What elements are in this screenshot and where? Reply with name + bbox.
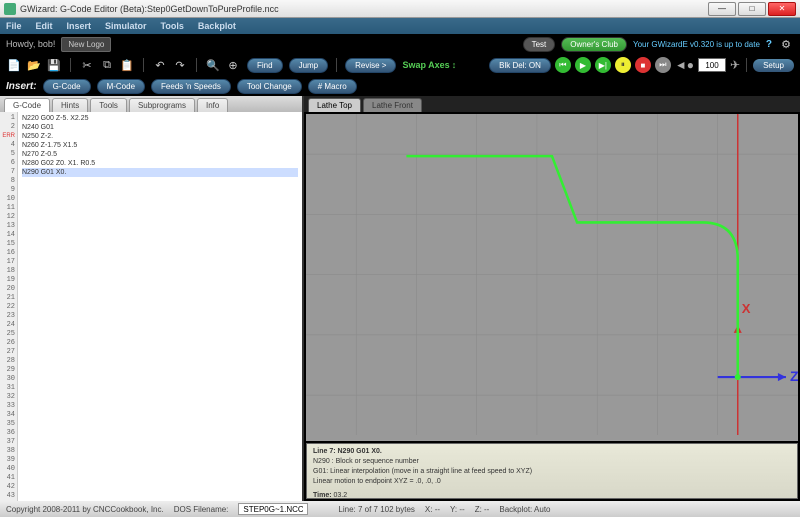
info-motion: Linear motion to endpoint XYZ = .0, .0, … bbox=[313, 477, 791, 487]
close-button[interactable]: ✕ bbox=[768, 2, 796, 16]
tab-info[interactable]: Info bbox=[197, 98, 228, 112]
code-line: N240 G01 bbox=[22, 123, 298, 132]
menu-backplot[interactable]: Backplot bbox=[198, 21, 236, 31]
app-icon bbox=[4, 3, 16, 15]
view-tabs: Lathe Top Lathe Front bbox=[304, 96, 800, 112]
right-panel: Lathe Top Lathe Front Z X bbox=[302, 96, 800, 501]
help-button[interactable]: ? bbox=[766, 39, 772, 50]
minimize-button[interactable]: — bbox=[708, 2, 736, 16]
maximize-button[interactable]: □ bbox=[738, 2, 766, 16]
time-value: 03.2 bbox=[334, 492, 348, 499]
plane-icon: ✈ bbox=[730, 58, 740, 72]
backplot-status: Backplot: Auto bbox=[499, 505, 550, 514]
insert-feeds-button[interactable]: Feeds 'n Speeds bbox=[151, 79, 231, 94]
window-controls: — □ ✕ bbox=[708, 2, 796, 16]
info-gcode: G01: Linear interpolation (move in a str… bbox=[313, 467, 791, 477]
code-line-selected: N290 G01 X0. bbox=[22, 168, 298, 177]
insert-mcode-button[interactable]: M-Code bbox=[97, 79, 145, 94]
menu-simulator[interactable]: Simulator bbox=[105, 21, 147, 31]
z-status: Z: -- bbox=[475, 505, 490, 514]
info-panel: Line 7: N290 G01 X0. N290 : Block or seq… bbox=[306, 443, 798, 499]
stop-button[interactable]: ■ bbox=[635, 57, 651, 73]
settings-icon[interactable]: ⚙ bbox=[778, 36, 794, 52]
speed-input[interactable] bbox=[698, 58, 726, 72]
code-editor[interactable]: 12ERR45678910111213141516171819202122232… bbox=[0, 112, 302, 501]
step-button[interactable]: ▶| bbox=[595, 57, 611, 73]
tab-tools[interactable]: Tools bbox=[90, 98, 127, 112]
left-tabs: G-Code Hints Tools Subprograms Info bbox=[0, 96, 302, 112]
setup-button[interactable]: Setup bbox=[753, 59, 794, 72]
statusbar: Copyright 2008-2011 by CNCCookbook, Inc.… bbox=[0, 501, 800, 517]
insert-gcode-button[interactable]: G-Code bbox=[43, 79, 91, 94]
tab-lathe-top[interactable]: Lathe Top bbox=[308, 98, 361, 112]
line-gutter: 12ERR45678910111213141516171819202122232… bbox=[0, 112, 18, 501]
code-line: N270 Z-0.5 bbox=[22, 150, 298, 159]
line-status: Line: 7 of 7 102 bytes bbox=[338, 505, 415, 514]
info-line-header: Line 7: N290 G01 X0. bbox=[313, 448, 382, 455]
undo-icon[interactable]: ↶ bbox=[152, 57, 168, 73]
code-line: N250 Z-2. bbox=[22, 132, 298, 141]
code-line: N220 G00 Z-5. X2.25 bbox=[22, 114, 298, 123]
open-icon[interactable]: 📂 bbox=[26, 57, 42, 73]
code-line: N260 Z-1.75 X1.5 bbox=[22, 141, 298, 150]
insert-toolchange-button[interactable]: Tool Change bbox=[237, 79, 302, 94]
titlebar: GWizard: G-Code Editor (Beta):Step0GetDo… bbox=[0, 0, 800, 18]
forward-button[interactable]: ⏭ bbox=[655, 57, 671, 73]
copyright: Copyright 2008-2011 by CNCCookbook, Inc. bbox=[6, 505, 164, 514]
find-button[interactable]: Find bbox=[247, 58, 283, 73]
x-status: X: -- bbox=[425, 505, 440, 514]
zoom-icon[interactable]: 🔍 bbox=[205, 57, 221, 73]
owners-club-button[interactable]: Owner's Club bbox=[561, 37, 627, 52]
revise-button[interactable]: Revise > bbox=[345, 58, 396, 73]
new-icon[interactable]: 📄 bbox=[6, 57, 22, 73]
main-area: G-Code Hints Tools Subprograms Info 12ER… bbox=[0, 96, 800, 501]
backplot-canvas[interactable]: Z X bbox=[306, 114, 798, 441]
time-label: Time: bbox=[313, 492, 332, 499]
info-block: N290 : Block or sequence number bbox=[313, 457, 791, 467]
pause-button[interactable]: ⏸ bbox=[615, 57, 631, 73]
rewind-button[interactable]: ⏮ bbox=[555, 57, 571, 73]
jump-button[interactable]: Jump bbox=[289, 58, 329, 73]
menu-file[interactable]: File bbox=[6, 21, 22, 31]
swap-axes-button[interactable]: Swap Axes ↕ bbox=[402, 60, 456, 70]
z-axis-label: Z bbox=[790, 368, 798, 384]
window-title: GWizard: G-Code Editor (Beta):Step0GetDo… bbox=[20, 4, 708, 14]
version-text: Your GWizardE v0.320 is up to date bbox=[633, 40, 760, 49]
fish-icon: ◄● bbox=[675, 58, 694, 72]
redo-icon[interactable]: ↷ bbox=[172, 57, 188, 73]
greeting: Howdy, bob! bbox=[6, 39, 55, 49]
dosfile-input[interactable] bbox=[238, 503, 308, 515]
insert-label: Insert: bbox=[6, 81, 37, 92]
x-axis-label: X bbox=[742, 301, 751, 316]
save-icon[interactable]: 💾 bbox=[46, 57, 62, 73]
copy-icon[interactable]: ⧉ bbox=[99, 57, 115, 73]
menu-tools[interactable]: Tools bbox=[161, 21, 184, 31]
toolpath bbox=[406, 156, 737, 377]
new-logo-button[interactable]: New Logo bbox=[61, 37, 111, 52]
y-status: Y: -- bbox=[450, 505, 465, 514]
code-text[interactable]: N220 G00 Z-5. X2.25 N240 G01 N250 Z-2. N… bbox=[18, 112, 302, 501]
plot-svg: Z X bbox=[306, 114, 798, 435]
tab-hints[interactable]: Hints bbox=[52, 98, 88, 112]
info-bar: Howdy, bob! New Logo Test Owner's Club Y… bbox=[0, 34, 800, 54]
test-button[interactable]: Test bbox=[523, 37, 556, 52]
code-line: N280 G02 Z0. X1. R0.5 bbox=[22, 159, 298, 168]
play-button[interactable]: ▶ bbox=[575, 57, 591, 73]
left-panel: G-Code Hints Tools Subprograms Info 12ER… bbox=[0, 96, 302, 501]
tab-lathe-front[interactable]: Lathe Front bbox=[363, 98, 422, 112]
tab-gcode[interactable]: G-Code bbox=[4, 98, 50, 112]
blk-del-button[interactable]: Blk Del: ON bbox=[489, 58, 551, 73]
zoom-fit-icon[interactable]: ⊕ bbox=[225, 57, 241, 73]
menu-insert[interactable]: Insert bbox=[67, 21, 92, 31]
insert-macro-button[interactable]: # Macro bbox=[308, 79, 357, 94]
menubar: File Edit Insert Simulator Tools Backplo… bbox=[0, 18, 800, 34]
main-toolbar: 📄 📂 💾 ✂ ⧉ 📋 ↶ ↷ 🔍 ⊕ Find Jump Revise > S… bbox=[0, 54, 800, 76]
tab-subprograms[interactable]: Subprograms bbox=[129, 98, 195, 112]
paste-icon[interactable]: 📋 bbox=[119, 57, 135, 73]
toolpath-endpoint bbox=[735, 374, 741, 380]
insert-bar: Insert: G-Code M-Code Feeds 'n Speeds To… bbox=[0, 76, 800, 96]
menu-edit[interactable]: Edit bbox=[36, 21, 53, 31]
dosfile-label: DOS Filename: bbox=[174, 505, 229, 514]
cut-icon[interactable]: ✂ bbox=[79, 57, 95, 73]
